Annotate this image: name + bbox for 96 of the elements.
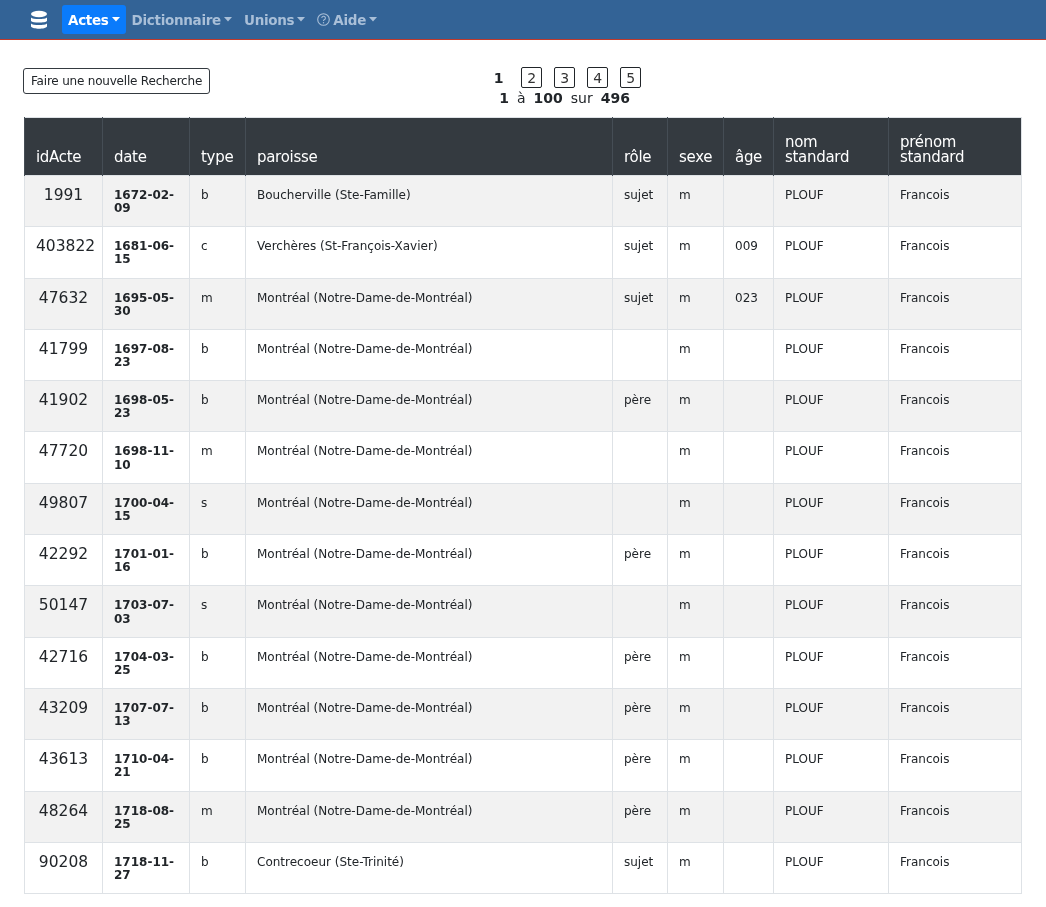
table-cell: PLOUF [773,791,889,843]
table-cell: Francois [888,380,1022,432]
table-cell: PLOUF [773,175,889,227]
page-link[interactable]: 4 [587,67,609,88]
caret-icon [224,17,232,22]
page-link[interactable]: 5 [620,67,642,88]
table-cell: m [667,791,724,843]
range-end: 100 [533,90,563,106]
table-cell: 1718-08-25 [114,804,176,831]
table-cell: sujet [612,842,668,894]
database-icon[interactable] [30,9,48,30]
table-cell: 1697-08-23 [114,342,176,370]
table-cell: PLOUF [773,842,889,894]
table-cell: sujet [612,175,668,227]
table-cell: m [667,380,724,432]
column-header: idActe [24,117,103,176]
table-cell: m [667,585,724,638]
table-cell: b [189,175,246,227]
table-cell: sujet [612,278,668,330]
table-cell: m [667,688,724,740]
table-cell: Francois [888,175,1022,227]
column-header: nom standard [773,117,889,176]
table-cell: b [189,380,246,432]
table-cell: PLOUF [773,585,889,638]
table-cell: père [612,380,668,432]
table-cell: 90208 [24,842,103,894]
table-cell: 1991 [24,175,103,227]
table-cell: Montréal (Notre-Dame-de-Montréal) [245,585,613,638]
table-cell: 1681-06-15 [114,240,176,267]
column-header: paroisse [245,117,613,176]
page-link[interactable]: 3 [554,67,576,88]
table-cell: 49807 [24,483,103,535]
table-cell: 1703-07-03 [114,599,176,626]
table-cell: 1718-11-27 [114,855,176,883]
table-cell: 1672-02-09 [114,189,176,216]
table-cell: m [667,842,724,894]
table-cell: PLOUF [773,380,889,432]
new-search-button[interactable]: Faire une nouvelle Recherche [23,68,211,94]
table-cell: Francois [888,842,1022,894]
table-cell: Francois [888,791,1022,843]
table-cell: 1700-04-15 [114,496,176,524]
table-cell: s [189,483,246,535]
nav-menu[interactable]: Actes [62,5,126,34]
table-cell: 47632 [24,278,103,330]
table-cell: 1698-05-23 [114,394,176,421]
table-cell: Boucherville (Ste-Famille) [245,175,613,227]
column-header: prénom standard [888,117,1022,176]
table-cell: PLOUF [773,278,889,330]
table-cell: père [612,688,668,740]
table-cell: Francois [888,585,1022,638]
table-cell: Francois [888,688,1022,740]
range-start: 1 [499,90,509,106]
table-cell: m [667,175,724,227]
table-cell: Montréal (Notre-Dame-de-Montréal) [245,278,613,330]
table-cell: 1704-03-25 [114,650,176,678]
table-cell: m [667,483,724,535]
table-cell: PLOUF [773,483,889,535]
caret-icon [111,17,120,22]
table-cell: 1710-04-21 [114,753,176,780]
caret-icon [297,17,306,22]
table-cell: Montréal (Notre-Dame-de-Montréal) [245,380,613,432]
table-cell: 1707-07-13 [114,701,176,729]
table-cell: m [189,278,246,330]
range-word: sur [570,90,593,106]
range-word: à [516,90,526,106]
table-cell: 48264 [24,791,103,843]
caret-icon [369,17,377,22]
column-header: sexe [667,117,724,176]
total-count: 496 [600,90,630,106]
table-cell: PLOUF [773,688,889,740]
table-cell: 1698-11-10 [114,445,176,472]
table-cell: 023 [723,278,774,330]
table-cell: Montréal (Notre-Dame-de-Montréal) [245,688,613,740]
column-header: âge [723,117,774,176]
table-cell: 1701-01-16 [114,548,176,575]
column-header: date [102,117,190,176]
table-cell: 1695-05-30 [114,291,176,318]
table-cell: Montréal (Notre-Dame-de-Montréal) [245,791,613,843]
page-link[interactable]: 2 [521,67,543,88]
table-cell: b [189,688,246,740]
table-cell: Montréal (Notre-Dame-de-Montréal) [245,483,613,535]
help-icon [317,13,331,26]
column-header: rôle [612,117,668,176]
table-cell: m [189,791,246,843]
table-cell: 50147 [24,585,103,638]
table-cell: 43209 [24,688,103,740]
table-cell: b [189,842,246,894]
table-cell: Francois [888,278,1022,330]
table-cell: Francois [888,483,1022,535]
table-cell: 41902 [24,380,103,432]
current-page: 1 [492,68,505,88]
table-cell: m [667,278,724,330]
table-cell: Contrecoeur (Ste-Trinité) [245,842,613,894]
column-header: type [189,117,246,176]
table-cell: père [612,791,668,843]
table-cell: s [189,585,246,638]
